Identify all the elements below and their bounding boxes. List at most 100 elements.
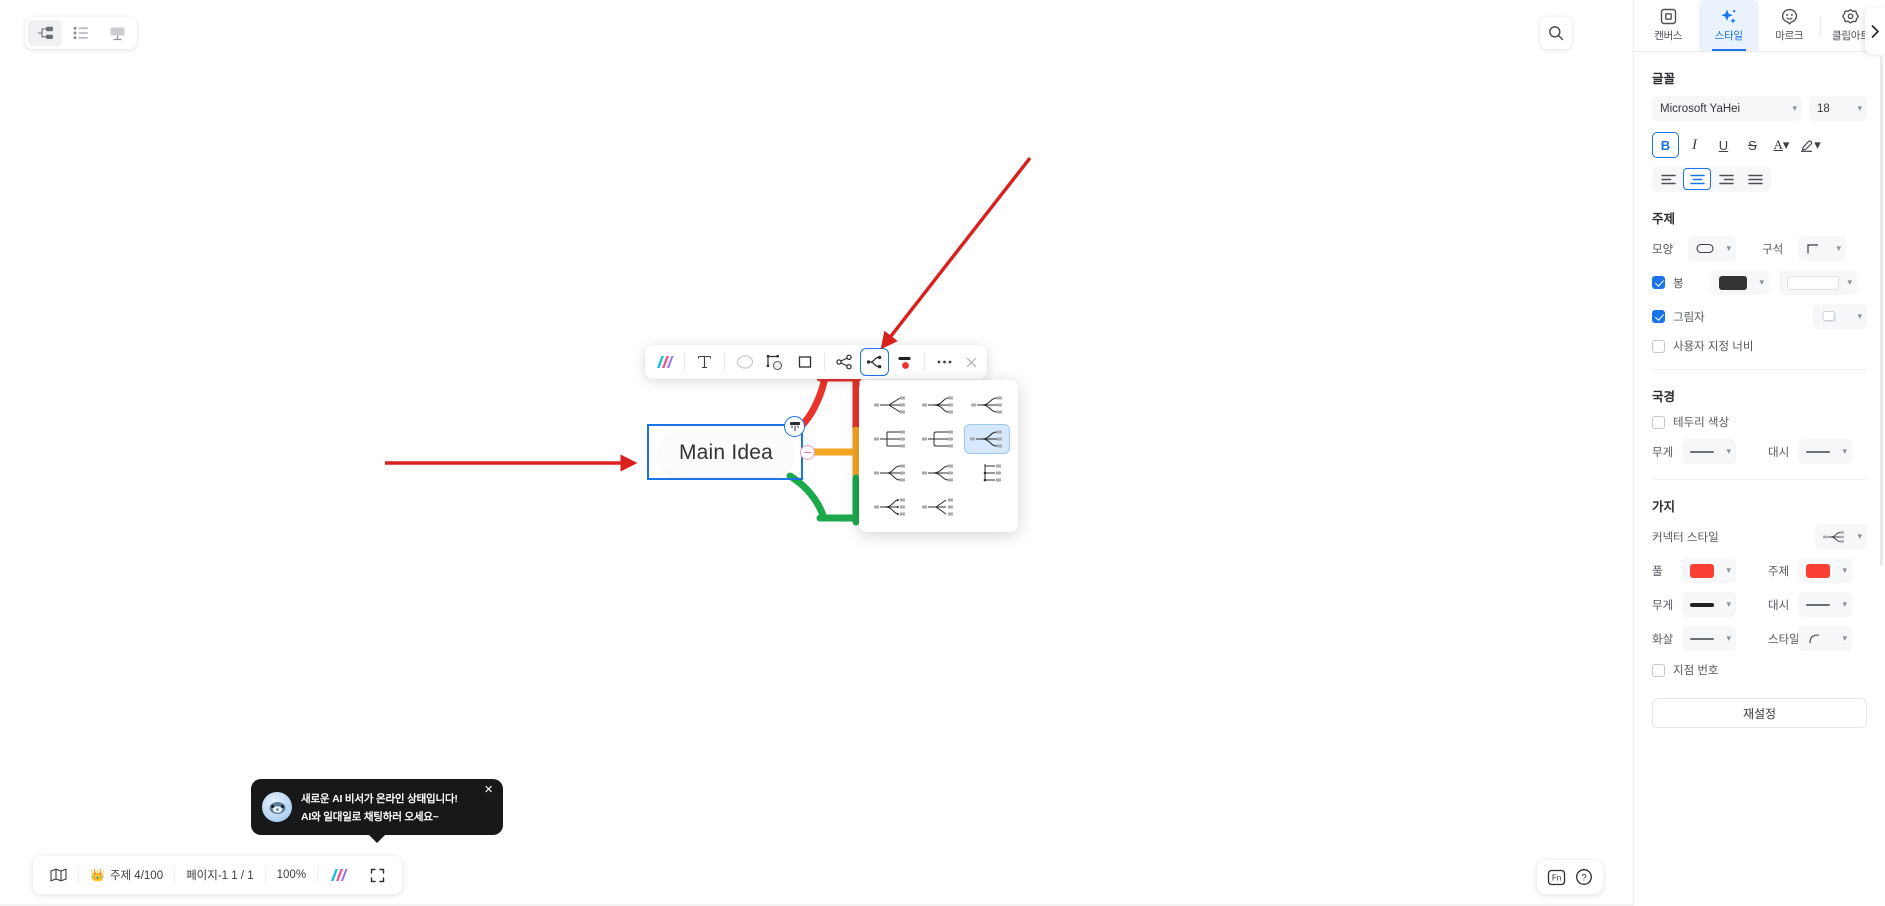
clipart-icon	[1842, 8, 1860, 24]
tab-mark-label: 마르크	[1775, 30, 1804, 42]
branch-topic-color-select[interactable]: ▾	[1798, 558, 1852, 583]
status-map-button[interactable]	[39, 862, 78, 888]
font-size-select[interactable]: 18 ▾	[1809, 96, 1867, 121]
chevron-down-icon: ▾	[1842, 446, 1847, 456]
branch-dash-select[interactable]: ▾	[1798, 592, 1852, 617]
reset-button[interactable]: 재설정	[1652, 698, 1867, 728]
toolbar-connector-style-tool[interactable]	[860, 348, 889, 376]
floating-toolbar[interactable]	[645, 345, 987, 379]
connector-style-option-2[interactable]	[915, 390, 961, 420]
text-style-buttons[interactable]: B I U S A ▾ ▾	[1652, 132, 1867, 158]
strikethrough-button[interactable]: S	[1739, 132, 1766, 158]
connector-style-option-7[interactable]	[867, 458, 913, 488]
status-topic-count[interactable]: 👑 주제 4/100	[79, 862, 174, 888]
connector-style-option-8[interactable]	[915, 458, 961, 488]
status-page-indicator[interactable]: 페이지-1 1 / 1	[175, 862, 265, 888]
connector-style-option-11[interactable]	[915, 492, 961, 522]
node-collapse-minus[interactable]	[800, 445, 815, 460]
toolbar-ai-tool[interactable]	[650, 348, 679, 376]
toolbar-rectangle-tool[interactable]	[790, 348, 819, 376]
toolbar-image-tool[interactable]	[760, 348, 789, 376]
connector-style-option-4[interactable]	[867, 424, 913, 454]
topic-custom-width-checkbox[interactable]	[1652, 339, 1665, 353]
help-button[interactable]: ?	[1572, 865, 1596, 889]
panel-tabs[interactable]: 캔버스 스타일 마르크 클립아트	[1634, 0, 1885, 52]
text-color-button[interactable]: A ▾	[1768, 132, 1795, 158]
toolbar-line-color-tool[interactable]	[890, 348, 919, 376]
mindmap-canvas[interactable]: Main Idea 새로운 AI 비서가 온라인 상태입니다! AI와 일대일로…	[0, 0, 1633, 906]
topic-fill-checkbox[interactable]	[1652, 276, 1665, 289]
panel-scrollbar[interactable]	[1880, 56, 1883, 566]
connector-style-option-9[interactable]	[964, 458, 1010, 488]
text-align-buttons[interactable]	[1652, 166, 1771, 192]
connector-style-option-3[interactable]	[964, 390, 1010, 420]
align-justify-button[interactable]	[1741, 168, 1769, 190]
panel-collapse-button[interactable]	[1865, 8, 1885, 54]
view-switcher-outline[interactable]	[64, 20, 98, 46]
branch-topic-label: 주제	[1768, 565, 1790, 578]
font-family-select[interactable]: Microsoft YaHei ▾	[1652, 96, 1802, 121]
connector-style-option-10[interactable]	[867, 492, 913, 522]
highlighter-icon	[1801, 140, 1813, 152]
italic-button[interactable]: I	[1681, 132, 1708, 158]
curve-round-icon	[922, 396, 954, 414]
topic-fill-color-select[interactable]: ▾	[1711, 270, 1769, 295]
branch-connector-select[interactable]: ▾	[1815, 524, 1867, 549]
ai-assistant-tooltip[interactable]: 새로운 AI 비서가 온라인 상태입니다! AI와 일대일로 채팅하러 오세요~…	[251, 779, 503, 843]
border-dash-select[interactable]: ▾	[1798, 439, 1852, 464]
robot-face-icon	[269, 801, 285, 814]
border-weight-select[interactable]: ▾	[1682, 439, 1736, 464]
align-left-button[interactable]	[1654, 168, 1682, 190]
connector-style-option-5[interactable]	[915, 424, 961, 454]
connector-style-dropdown[interactable]	[859, 380, 1018, 532]
status-brand-logo[interactable]	[318, 862, 359, 888]
status-zoom-level[interactable]: 100%	[266, 862, 317, 888]
node-collapse-badge[interactable]	[784, 416, 805, 437]
branch-style-select[interactable]: ▾	[1798, 626, 1852, 651]
search-button[interactable]	[1540, 17, 1572, 49]
toolbar-text-tool[interactable]	[690, 348, 719, 376]
tab-canvas[interactable]: 캔버스	[1638, 0, 1699, 51]
tab-style[interactable]: 스타일	[1698, 0, 1759, 51]
topic-shadow-select[interactable]: ▾	[1812, 304, 1867, 329]
connector-style-grid	[867, 390, 1010, 522]
bold-button[interactable]: B	[1652, 132, 1679, 158]
branch-arrow-select[interactable]: ▾	[1682, 626, 1736, 651]
share-node-icon	[836, 354, 852, 370]
topic-shadow-checkbox[interactable]	[1652, 310, 1665, 323]
topic-shadow-row: 그림자 ▾	[1652, 304, 1867, 329]
branch-fill-color-select[interactable]: ▾	[1682, 558, 1736, 583]
view-switcher[interactable]	[25, 17, 137, 49]
branch-weight-select[interactable]: ▾	[1682, 592, 1736, 617]
highlight-button[interactable]: ▾	[1797, 132, 1824, 158]
ai-tooltip-close-button[interactable]: ✕	[484, 785, 496, 797]
topic-fill-color2-select[interactable]: ▾	[1779, 270, 1857, 295]
connector-style-option-1[interactable]	[867, 390, 913, 420]
chevron-down-icon: ▾	[1842, 599, 1847, 609]
toolbar-more-tool[interactable]	[930, 348, 959, 376]
underline-button[interactable]: U	[1710, 132, 1737, 158]
branch-point-number-checkbox[interactable]	[1652, 663, 1665, 677]
topic-corner-select[interactable]: ▾	[1798, 236, 1846, 261]
branch-fill-row: 풀 ▾ 주제 ▾	[1652, 558, 1867, 583]
border-color-checkbox[interactable]	[1652, 415, 1665, 429]
align-right-button[interactable]	[1712, 168, 1740, 190]
connector-style-option-6[interactable]	[963, 424, 1010, 454]
fn-shortcut-button[interactable]: Fn	[1544, 865, 1568, 889]
style-side-panel[interactable]: 캔버스 스타일 마르크 클립아트 글꼴 Microsoft YaHei ▾ 18…	[1633, 0, 1885, 906]
status-fullscreen-button[interactable]	[359, 862, 396, 888]
toolbar-share-tool[interactable]	[830, 348, 859, 376]
bottom-right-tools[interactable]: Fn ?	[1537, 860, 1603, 894]
view-switcher-presentation[interactable]	[100, 20, 134, 46]
topic-shape-select[interactable]: ▾	[1688, 236, 1736, 261]
status-bar[interactable]: 👑 주제 4/100 페이지-1 1 / 1 100%	[33, 856, 403, 894]
toolbar-close-button[interactable]	[960, 348, 982, 376]
toolbar-ellipse-tool[interactable]	[730, 348, 759, 376]
mindmap-node-main-idea[interactable]: Main Idea	[647, 424, 803, 480]
close-icon	[966, 357, 976, 367]
view-switcher-mindmap[interactable]	[28, 20, 62, 46]
align-center-button[interactable]	[1683, 168, 1711, 190]
tab-mark[interactable]: 마르크	[1759, 0, 1820, 51]
border-dash-label: 대시	[1768, 446, 1790, 459]
fn-key-icon: Fn	[1547, 869, 1565, 885]
